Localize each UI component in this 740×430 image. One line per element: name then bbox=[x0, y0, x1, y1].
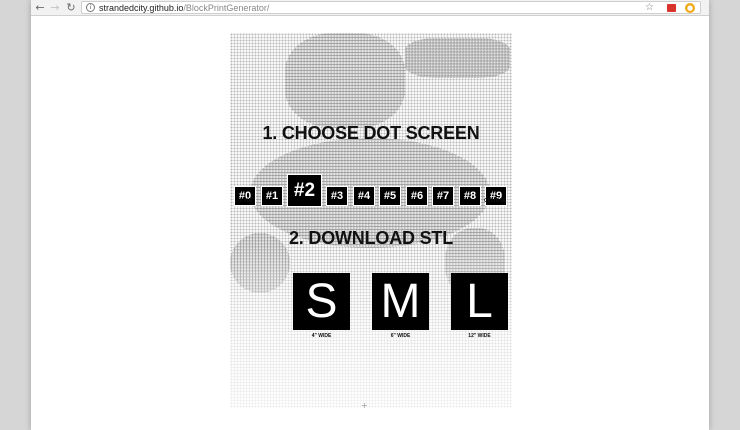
forward-arrow-icon[interactable]: → bbox=[48, 1, 62, 14]
dot-screen-button-1[interactable]: #1 bbox=[261, 186, 283, 206]
crosshair-icon: + bbox=[361, 401, 368, 408]
extension-red-icon[interactable] bbox=[667, 4, 676, 12]
fine-label: FINE bbox=[240, 198, 253, 204]
course-label: COURSE bbox=[484, 198, 507, 204]
step1-title: 1. CHOOSE DOT SCREEN bbox=[262, 123, 480, 143]
reload-icon[interactable]: ↻ bbox=[64, 1, 78, 14]
download-medium-button[interactable]: M bbox=[372, 273, 429, 330]
large-size-label: 12" WIDE bbox=[468, 333, 491, 339]
browser-window: ← → ↻ i strandedcity.github.io/BlockPrin… bbox=[31, 0, 709, 430]
halftone-preview: 1. CHOOSE DOT SCREEN #0 #1 #2 #3 #4 #5 #… bbox=[230, 33, 512, 408]
medium-size-label: 6" WIDE bbox=[390, 333, 411, 339]
dot-screen-button-2[interactable]: #2 bbox=[287, 174, 322, 207]
dot-screen-button-3[interactable]: #3 bbox=[326, 186, 348, 206]
step2-title: 2. DOWNLOAD STL bbox=[289, 228, 453, 248]
halftone-shape bbox=[405, 38, 510, 78]
url-path: /BlockPrintGenerator/ bbox=[183, 3, 270, 13]
download-large-button[interactable]: L bbox=[451, 273, 508, 330]
dot-screen-button-4[interactable]: #4 bbox=[353, 186, 375, 206]
info-icon[interactable]: i bbox=[86, 3, 95, 12]
dot-screen-button-7[interactable]: #7 bbox=[432, 186, 454, 206]
url-text[interactable]: strandedcity.github.io/BlockPrintGenerat… bbox=[99, 2, 269, 14]
back-arrow-icon[interactable]: ← bbox=[33, 1, 47, 14]
dot-screen-selector: #0 #1 #2 #3 #4 #5 #6 #7 #8 #9 bbox=[232, 174, 510, 210]
dot-screen-button-6[interactable]: #6 bbox=[406, 186, 428, 206]
browser-toolbar: ← → ↻ i strandedcity.github.io/BlockPrin… bbox=[31, 0, 709, 16]
url-host: strandedcity.github.io bbox=[99, 3, 184, 13]
halftone-shape bbox=[285, 33, 405, 128]
address-bar[interactable]: i strandedcity.github.io/BlockPrintGener… bbox=[81, 1, 701, 14]
dot-screen-button-5[interactable]: #5 bbox=[379, 186, 401, 206]
small-size-label: 4" WIDE bbox=[311, 333, 332, 339]
extension-orange-icon[interactable]: ● bbox=[685, 3, 695, 13]
download-small-button[interactable]: S bbox=[293, 273, 350, 330]
dot-screen-button-8[interactable]: #8 bbox=[459, 186, 481, 206]
star-icon[interactable]: ☆ bbox=[645, 2, 654, 14]
